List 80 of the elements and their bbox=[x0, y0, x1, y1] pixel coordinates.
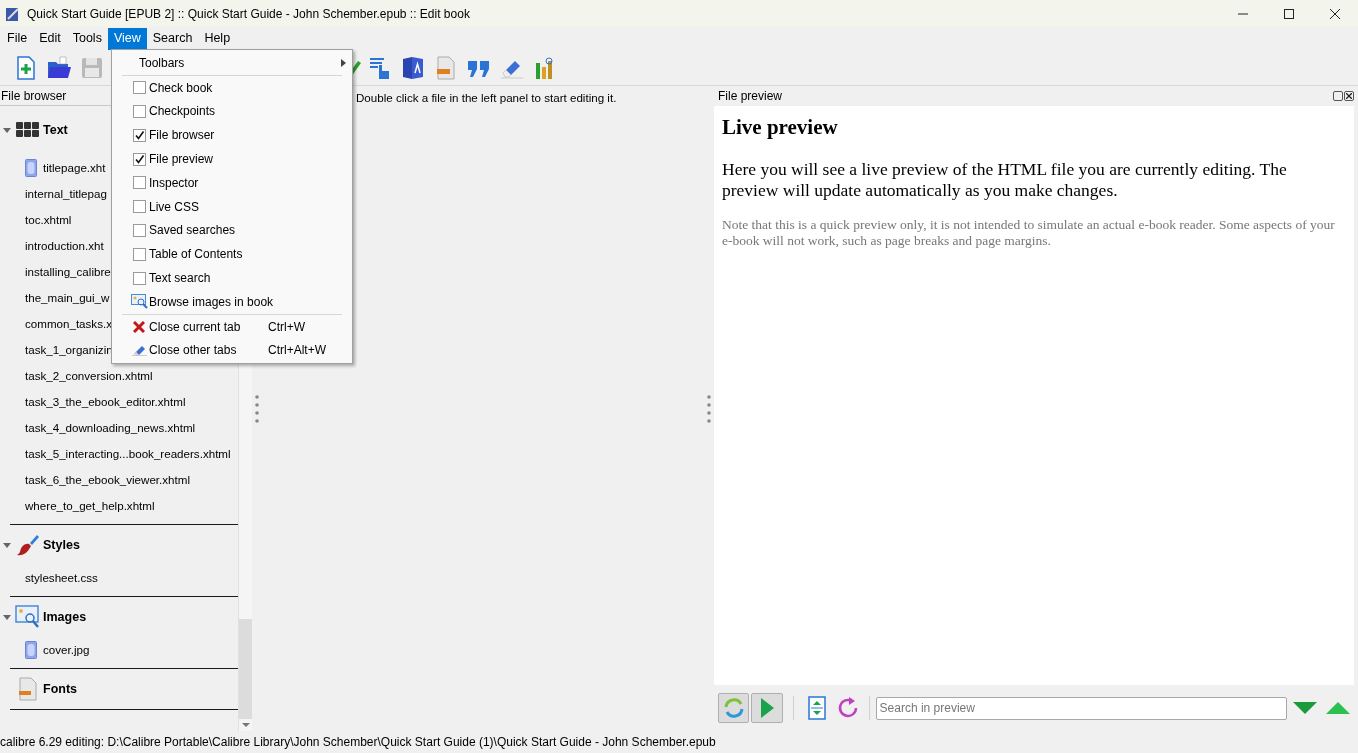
checkbox[interactable] bbox=[132, 200, 146, 214]
paintbrush-icon bbox=[16, 533, 40, 557]
menu-item[interactable]: Search bbox=[146, 27, 199, 50]
file-name[interactable]: common_tasks.x bbox=[25, 315, 112, 333]
checkbox[interactable] bbox=[132, 223, 146, 237]
sync-scroll-icon bbox=[808, 696, 827, 720]
close-icon bbox=[1330, 8, 1340, 19]
close-icon bbox=[133, 320, 145, 333]
up-triangle-icon bbox=[1326, 701, 1351, 715]
menu-item[interactable]: File bbox=[1, 27, 34, 50]
category-label[interactable]: Images bbox=[43, 607, 87, 627]
file-name[interactable]: task_2_conversion.xhtml bbox=[25, 367, 153, 385]
play-icon bbox=[759, 697, 776, 719]
file-name[interactable]: task_5_interacting...book_readers.xhtml bbox=[25, 445, 231, 463]
search-field[interactable]: Search in preview bbox=[875, 696, 1288, 720]
checkbox[interactable] bbox=[132, 176, 146, 190]
menu-option[interactable]: Inspector bbox=[122, 171, 342, 195]
expand-arrow-icon[interactable] bbox=[2, 614, 11, 620]
checkbox[interactable] bbox=[132, 105, 146, 118]
panel-title: File preview bbox=[718, 88, 783, 105]
play-button[interactable] bbox=[751, 693, 783, 723]
menu-option[interactable]: File browser bbox=[122, 123, 342, 148]
float-button[interactable] bbox=[1333, 91, 1343, 101]
menu-option[interactable]: Live CSS bbox=[122, 194, 342, 219]
app-icon bbox=[5, 5, 21, 22]
window-title: Quick Start Guide [EPUB 2] :: Quick Start Guide - John Schember.epub :: Edit book bbox=[27, 5, 470, 23]
maximize-icon bbox=[1284, 8, 1294, 19]
submenu-arrow-icon bbox=[341, 58, 346, 67]
menu-item[interactable]: Help bbox=[198, 27, 237, 50]
expand-arrow-icon[interactable] bbox=[2, 542, 11, 548]
file-name[interactable]: where_to_get_help.xhtml bbox=[25, 497, 155, 515]
file-name[interactable]: titlepage.xht bbox=[43, 159, 106, 177]
checkbox[interactable] bbox=[132, 128, 146, 142]
font-file-icon bbox=[17, 677, 39, 701]
splitter-handle-icon[interactable] bbox=[255, 394, 259, 423]
file-name[interactable]: the_main_gui_w bbox=[25, 289, 110, 307]
menu-option[interactable]: Saved searches bbox=[122, 218, 342, 243]
category-label[interactable]: Text bbox=[43, 120, 68, 140]
file-name[interactable]: cover.jpg bbox=[43, 641, 90, 659]
file-name[interactable]: task_1_organizin bbox=[25, 341, 113, 359]
splitter-handle-icon[interactable] bbox=[707, 394, 711, 423]
file-name[interactable]: introduction.xht bbox=[25, 237, 104, 255]
checkbox[interactable] bbox=[132, 247, 146, 261]
file-name[interactable]: installing_calibre bbox=[25, 263, 111, 281]
refresh-button[interactable] bbox=[718, 693, 750, 723]
menu-item[interactable]: Edit bbox=[33, 27, 67, 50]
menu-option[interactable]: File preview bbox=[122, 147, 342, 171]
menu-option[interactable]: Close current tab Ctrl+W bbox=[122, 314, 342, 339]
page-thumbnail-icon bbox=[25, 159, 37, 177]
file-name[interactable]: internal_titlepag bbox=[25, 185, 107, 203]
file-name[interactable]: toc.xhtml bbox=[25, 211, 72, 229]
preview-heading: Live preview bbox=[722, 114, 839, 140]
file-name[interactable]: stylesheet.css bbox=[25, 569, 98, 587]
file-name[interactable]: task_3_the_ebook_editor.xhtml bbox=[25, 393, 186, 411]
checkbox[interactable] bbox=[132, 81, 146, 95]
preview-paragraph: Here you will see a live preview of the HTML file you are currently editing. The preview will update automatically as you make changes. bbox=[722, 159, 1288, 201]
editor-hint: Double click a file in the left panel to start editing it. bbox=[356, 90, 617, 106]
page-thumbnail-icon bbox=[25, 641, 37, 659]
menu-option[interactable]: Table of Contents bbox=[122, 242, 342, 267]
menu-option[interactable]: Browse images in book bbox=[122, 289, 342, 314]
close-button[interactable] bbox=[1344, 91, 1354, 101]
category-label[interactable]: Styles bbox=[43, 535, 80, 555]
expand-arrow-icon[interactable] bbox=[2, 127, 11, 133]
menu-option[interactable]: Toolbars bbox=[112, 51, 352, 75]
file-name[interactable]: task_4_downloading_news.xhtml bbox=[25, 419, 196, 437]
eraser-icon bbox=[131, 344, 147, 357]
image-search-icon bbox=[130, 294, 148, 310]
checkbox[interactable] bbox=[132, 152, 146, 166]
down-triangle-icon bbox=[1292, 701, 1317, 715]
status-text: calibre 6.29 editing: D:\Calibre Portable\Calibre Library\John Schember\Quick Start Guide (1)\Quick Start Guide - John Schember.epub bbox=[0, 734, 716, 751]
checkbox[interactable] bbox=[132, 271, 146, 285]
menu-item[interactable]: Tools bbox=[66, 27, 108, 50]
menu-option[interactable]: Close other tabs Ctrl+Alt+W bbox=[122, 338, 342, 363]
blocks-icon bbox=[16, 122, 40, 138]
image-search-icon bbox=[15, 605, 41, 629]
preview-note: Note that this is a quick preview only, it is not intended to simulate an actual e-book reader. Some aspects of your e-book will not work, such as page breaks and page margins. bbox=[722, 217, 1336, 249]
menu-option[interactable]: Text search bbox=[122, 266, 342, 290]
file-name[interactable]: task_6_the_ebook_viewer.xhtml bbox=[25, 471, 190, 489]
menu-item[interactable]: View bbox=[107, 27, 147, 50]
category-label[interactable]: Fonts bbox=[43, 679, 78, 699]
